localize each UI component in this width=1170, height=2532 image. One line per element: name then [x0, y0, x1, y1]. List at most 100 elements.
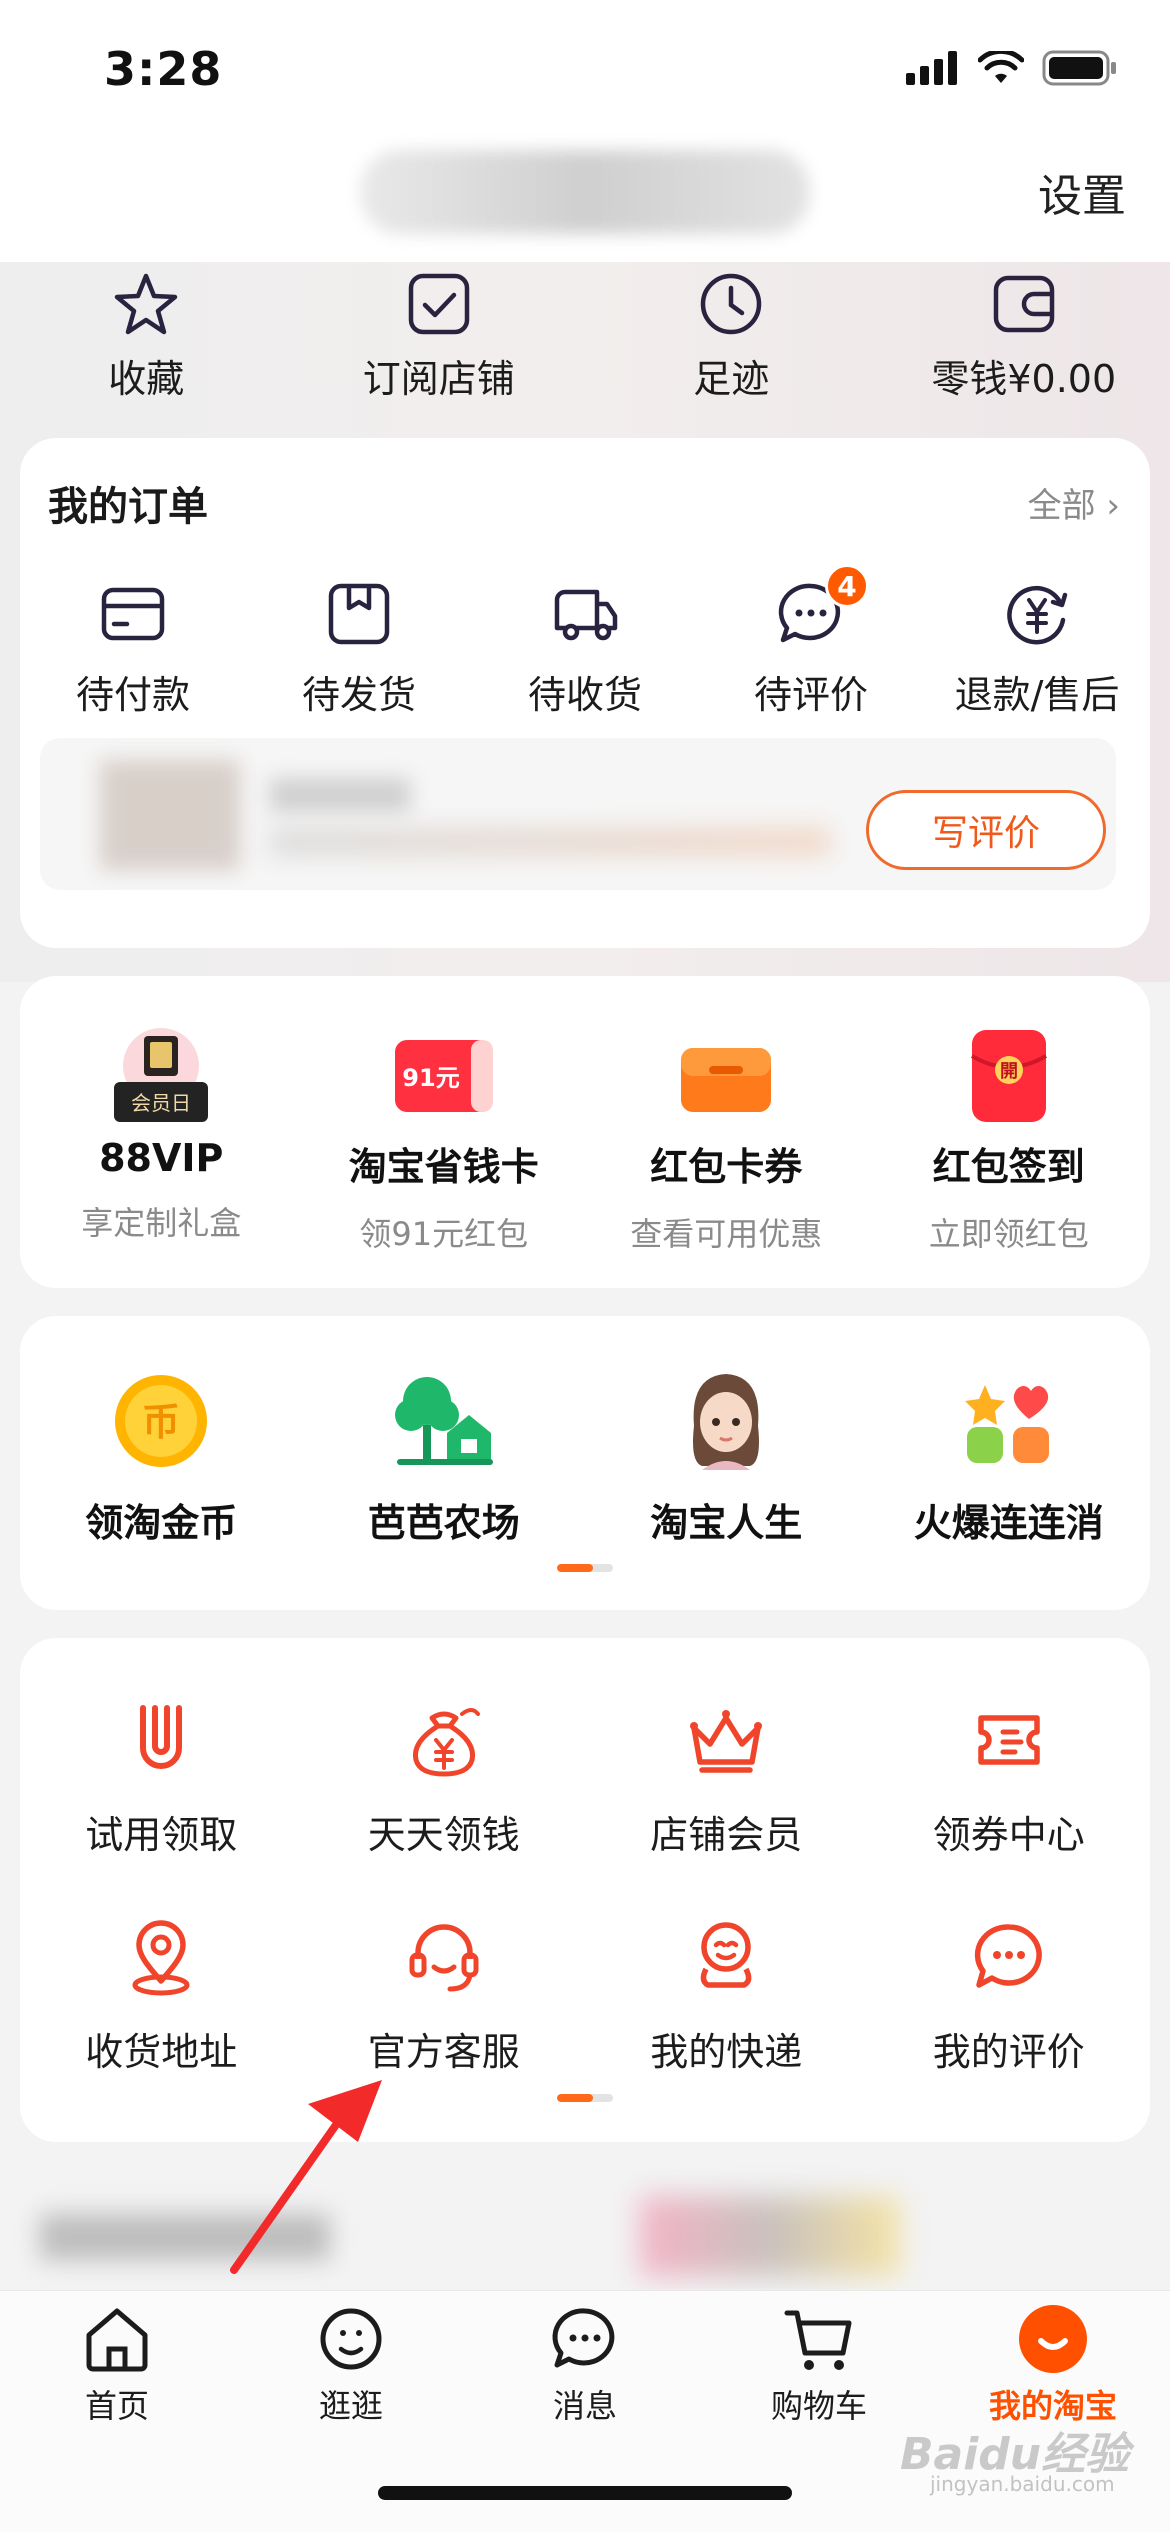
- tool-customer-service[interactable]: 官方客服: [303, 1915, 586, 2076]
- tab-label: 首页: [84, 2387, 149, 2425]
- tab-explore[interactable]: 逛逛: [234, 2301, 468, 2427]
- tools-grid: 试用领取 天天领钱 店铺会员 领券中心 收货地址 官方客服 我的快递 我的评价: [20, 1698, 1150, 2076]
- blurred-username: [360, 150, 810, 234]
- quick-link-label: 零钱¥0.00: [931, 357, 1117, 401]
- game-match[interactable]: 火爆连连消: [868, 1366, 1151, 1547]
- benefit-coupons[interactable]: 红包卡券 查看可用优惠: [585, 1026, 868, 1255]
- game-gold-coin[interactable]: 币 领淘金币: [20, 1366, 303, 1547]
- orders-title: 我的订单: [48, 484, 208, 530]
- game-label: 领淘金币: [85, 1501, 238, 1545]
- home-icon: [86, 2308, 148, 2372]
- tool-trial[interactable]: 试用领取: [20, 1698, 303, 1859]
- order-pending-payment[interactable]: 待付款: [20, 578, 246, 719]
- tool-shop-membership[interactable]: 店铺会员: [585, 1698, 868, 1859]
- games-page-indicator: [557, 1564, 613, 1572]
- tool-label: 我的评价: [932, 2030, 1085, 2074]
- tabs-row: 首页 逛逛 消息 购物车 我的淘宝: [0, 2301, 1170, 2427]
- baidu-watermark-url: jingyan.baidu.com: [930, 2472, 1115, 2496]
- benefit-subtitle: 查看可用优惠: [630, 1215, 823, 1253]
- vip-gift-icon: 会员日: [114, 1028, 209, 1122]
- tab-label: 购物车: [770, 2387, 867, 2425]
- quick-link-history[interactable]: 足迹: [585, 268, 878, 418]
- tool-my-courier[interactable]: 我的快递: [585, 1915, 868, 2076]
- saving-card-icon: 91元: [394, 1040, 493, 1112]
- benefit-subtitle: 立即领红包: [928, 1215, 1089, 1253]
- benefit-subtitle: 领91元红包: [359, 1215, 529, 1253]
- settings-button[interactable]: 设置: [1038, 160, 1126, 224]
- explore-icon: [320, 2308, 382, 2370]
- wallet-icon: [993, 275, 1054, 333]
- order-pending-shipment[interactable]: 待发货: [246, 578, 472, 719]
- tool-coupon-center[interactable]: 领券中心: [868, 1698, 1151, 1859]
- tool-label: 领券中心: [932, 1813, 1085, 1857]
- order-refund[interactable]: 退款/售后: [924, 578, 1150, 719]
- order-pending-review[interactable]: 4 待评价: [698, 564, 924, 719]
- red-envelope-tag: 開: [1000, 1061, 1018, 1082]
- tool-daily-money[interactable]: 天天领钱: [303, 1698, 586, 1859]
- quick-link-label: 足迹: [693, 357, 770, 401]
- benefits-card: 会员日 88VIP 享定制礼盒 91元 淘宝省钱卡 领91元红包 红包卡券 查看…: [20, 976, 1150, 1288]
- tool-label: 我的快递: [650, 2030, 803, 2074]
- quick-link-wallet[interactable]: 零钱¥0.00: [878, 268, 1170, 418]
- headset-icon: [409, 1924, 479, 1992]
- benefit-88vip[interactable]: 会员日 88VIP 享定制礼盒: [20, 1026, 303, 1255]
- benefit-title: 88VIP: [99, 1136, 224, 1180]
- status-time: 3:28: [104, 42, 223, 96]
- match-game-icon: [964, 1385, 1049, 1463]
- quick-links-row: 收藏 订阅店铺 足迹 零钱¥0.00: [0, 268, 1170, 418]
- game-farm[interactable]: 芭芭农场: [303, 1366, 586, 1547]
- quick-link-label: 收藏: [108, 357, 185, 401]
- order-pending-receipt[interactable]: 待收货: [472, 578, 698, 719]
- cart-icon: [784, 2310, 852, 2370]
- clock-icon: [701, 273, 762, 335]
- quick-link-favorites[interactable]: 收藏: [0, 268, 293, 418]
- benefit-saving-card[interactable]: 91元 淘宝省钱卡 领91元红包: [303, 1026, 586, 1255]
- tab-my-taobao[interactable]: 我的淘宝: [936, 2301, 1170, 2427]
- location-icon: [132, 1920, 190, 1996]
- farm-icon: [394, 1377, 493, 1465]
- order-label: 待收货: [527, 673, 642, 717]
- taobao-face-icon: [1019, 2305, 1087, 2373]
- quick-link-subscribed-shops[interactable]: 订阅店铺: [293, 268, 586, 418]
- tool-my-reviews[interactable]: 我的评价: [868, 1915, 1151, 2076]
- comment-icon: [974, 1924, 1042, 1988]
- tab-cart[interactable]: 购物车: [702, 2301, 936, 2427]
- benefits-row: 会员日 88VIP 享定制礼盒 91元 淘宝省钱卡 领91元红包 红包卡券 查看…: [20, 1026, 1150, 1255]
- annotation-arrow: [230, 2080, 382, 2274]
- tab-home[interactable]: 首页: [0, 2301, 234, 2427]
- avatar-icon: [693, 1374, 760, 1470]
- tool-label: 天天领钱: [367, 1813, 520, 1857]
- money-bag-icon: [412, 1708, 480, 1777]
- benefit-title: 淘宝省钱卡: [348, 1145, 539, 1189]
- benefit-signin[interactable]: 開 红包签到 立即领红包: [868, 1026, 1151, 1255]
- coin-char: 币: [142, 1400, 180, 1444]
- tools-card: 试用领取 天天领钱 店铺会员 领券中心 收货地址 官方客服 我的快递 我的评价: [20, 1638, 1150, 2142]
- order-status-row: 待付款 待发货 待收货 4 待评价 退款/售后: [20, 564, 1150, 719]
- home-indicator: [378, 2486, 792, 2500]
- tool-address[interactable]: 收货地址: [20, 1915, 303, 2076]
- game-label: 火爆连连消: [913, 1501, 1104, 1545]
- box-icon: [328, 583, 390, 645]
- courier-icon: [700, 1922, 752, 1988]
- tab-label: 消息: [552, 2387, 617, 2425]
- benefit-subtitle: 享定制礼盒: [81, 1204, 242, 1242]
- game-taobao-life[interactable]: 淘宝人生: [585, 1366, 868, 1547]
- quick-link-label: 订阅店铺: [362, 357, 515, 401]
- blurred-thumbnails: [640, 2196, 900, 2276]
- games-row: 币 领淘金币 芭芭农场 淘宝人生 火爆连连消: [20, 1366, 1150, 1547]
- tool-label: 店铺会员: [650, 1813, 803, 1857]
- gold-coin-icon: 币: [115, 1375, 208, 1467]
- status-icons: [906, 50, 1118, 86]
- tool-label: 收货地址: [85, 2030, 238, 2074]
- battery-icon: [1042, 50, 1116, 86]
- tab-messages[interactable]: 消息: [468, 2301, 702, 2427]
- orders-all-link[interactable]: 全部 ›: [1028, 478, 1120, 527]
- games-card: 币 领淘金币 芭芭农场 淘宝人生 火爆连连消: [20, 1316, 1150, 1610]
- message-icon: [552, 2308, 615, 2368]
- game-label: 芭芭农场: [367, 1501, 520, 1545]
- ticket-icon: [978, 1715, 1040, 1765]
- write-review-button[interactable]: 写评价: [866, 790, 1106, 870]
- truck-icon: [554, 589, 618, 641]
- tab-label: 逛逛: [318, 2387, 383, 2425]
- wifi-icon: [978, 51, 1024, 83]
